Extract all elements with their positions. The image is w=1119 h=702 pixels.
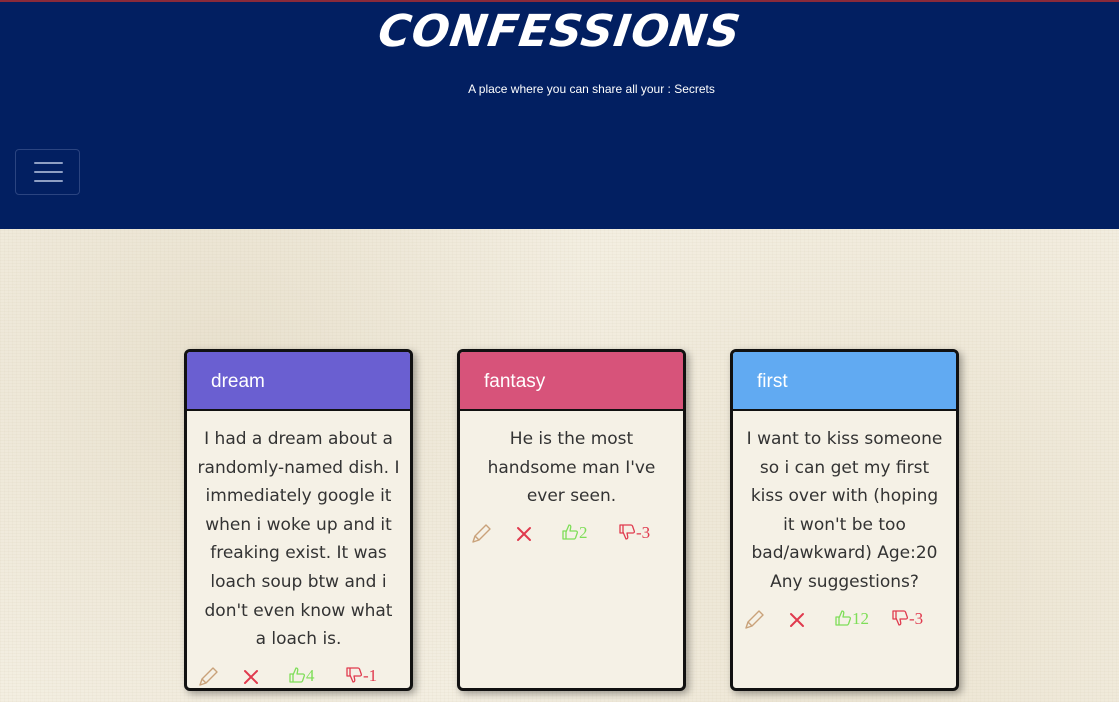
card-category: first: [733, 352, 956, 411]
menu-toggle-button[interactable]: [15, 149, 80, 195]
edit-icon[interactable]: [197, 666, 219, 688]
card-actions: 4 -1: [187, 662, 410, 688]
thumbs-down-icon: [346, 667, 363, 683]
like-button[interactable]: 12: [834, 609, 869, 629]
hamburger-icon-bar: [34, 180, 63, 182]
confession-card: first I want to kiss someone so i can ge…: [730, 349, 959, 691]
delete-icon[interactable]: [515, 525, 533, 543]
like-count: 12: [852, 608, 869, 628]
card-text: I had a dream about a randomly-named dis…: [197, 429, 400, 650]
site-header: CONFESSIONS A place where you can share …: [0, 2, 1119, 229]
card-text: I want to kiss someone so i can get my f…: [746, 429, 943, 592]
dislike-count: -3: [909, 608, 924, 628]
delete-icon[interactable]: [242, 668, 260, 686]
card-actions: 2 -3: [460, 519, 683, 551]
dislike-count: -1: [363, 665, 378, 685]
card-text: He is the most handsome man I've ever se…: [487, 429, 656, 507]
confession-card: fantasy He is the most handsome man I've…: [457, 349, 686, 691]
dislike-button[interactable]: -1: [345, 666, 377, 686]
thumbs-up-icon: [835, 609, 852, 626]
like-button[interactable]: 4: [288, 666, 315, 686]
edit-icon[interactable]: [743, 609, 765, 631]
site-tagline: A place where you can share all your : S…: [468, 82, 715, 96]
like-count: 4: [306, 665, 315, 685]
card-actions: 12 -3: [733, 605, 956, 637]
site-title: CONFESSIONS: [375, 6, 745, 57]
delete-icon[interactable]: [788, 611, 806, 629]
dislike-count: -3: [636, 522, 651, 542]
thumbs-down-icon: [619, 524, 636, 540]
thumbs-up-icon: [562, 524, 579, 540]
thumbs-up-icon: [289, 667, 306, 683]
card-category: dream: [187, 352, 410, 411]
edit-icon[interactable]: [470, 523, 492, 545]
hamburger-icon: [34, 162, 63, 164]
dislike-button[interactable]: -3: [891, 609, 923, 629]
hamburger-icon-bar: [34, 171, 63, 173]
dislike-button[interactable]: -3: [618, 523, 650, 543]
confession-card: dream I had a dream about a randomly-nam…: [184, 349, 413, 691]
thumbs-down-icon: [892, 609, 909, 626]
card-category: fantasy: [460, 352, 683, 411]
like-count: 2: [579, 522, 588, 542]
like-button[interactable]: 2: [561, 523, 588, 543]
